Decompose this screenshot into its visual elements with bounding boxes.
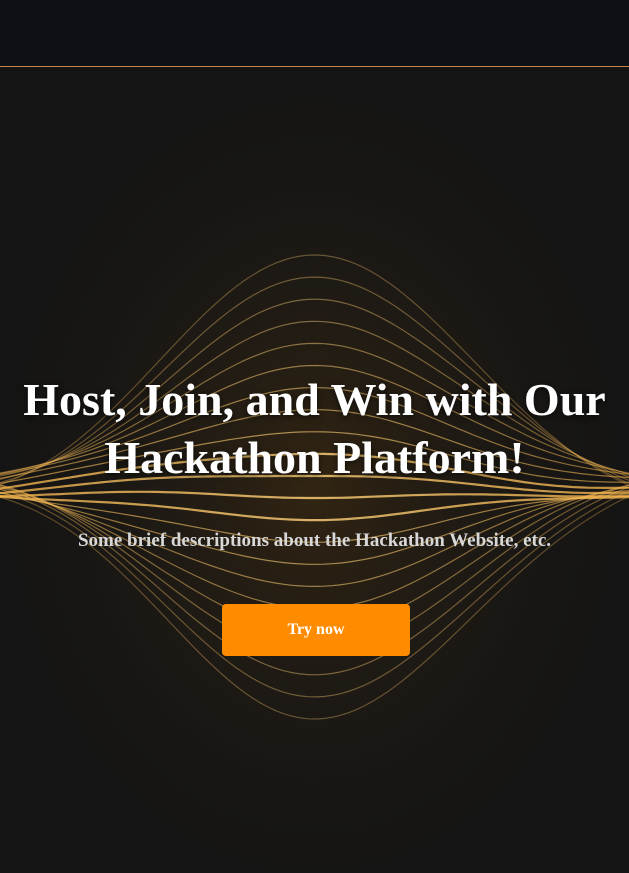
- hero-subtitle: Some brief descriptions about the Hackat…: [77, 530, 552, 551]
- headline-line-2: Hackathon Platform!: [104, 432, 525, 483]
- hero-headline: Host, Join, and Win with Our Hackathon P…: [0, 371, 629, 487]
- headline-line-1: Host, Join, and Win with Our: [23, 374, 606, 425]
- try-now-button[interactable]: Try now: [222, 604, 410, 656]
- hero-section: Host, Join, and Win with Our Hackathon P…: [0, 67, 629, 873]
- top-navbar: [0, 0, 629, 67]
